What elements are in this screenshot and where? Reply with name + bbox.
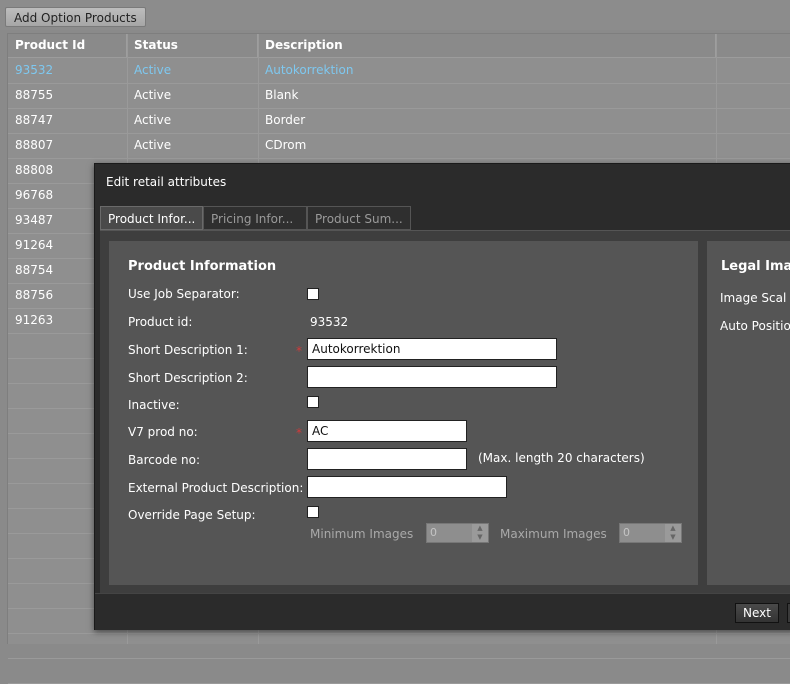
short-description-1-input[interactable]: Autokorrektion [307, 338, 557, 360]
status-cell: Active [134, 113, 172, 127]
maximum-images-value: 0 [620, 524, 665, 542]
short-description-2-label: Short Description 2: [128, 371, 248, 385]
product-id-value: 93532 [310, 315, 349, 329]
barcode-no-input[interactable] [307, 448, 467, 470]
status-cell: Active [134, 63, 172, 77]
maximum-images-stepper[interactable]: 0 ▲ ▼ [619, 523, 682, 543]
next-button[interactable]: Next [735, 603, 779, 623]
column-header-product-id[interactable]: Product Id [8, 34, 127, 57]
edit-retail-attributes-dialog: Edit retail attributes Product Infor... … [94, 163, 790, 630]
inactive-label: Inactive: [128, 398, 180, 412]
required-marker: * [296, 426, 302, 440]
status-cell: Active [134, 138, 172, 152]
legal-image-panel: Legal Ima Image Scal Auto Positio [707, 241, 790, 585]
legal-image-title: Legal Ima [721, 259, 790, 274]
stepper-up-icon[interactable]: ▲ [665, 524, 681, 533]
external-description-input[interactable] [307, 476, 507, 498]
section-title: Product Information [128, 259, 277, 274]
v7-prod-no-label: V7 prod no: [128, 425, 198, 439]
barcode-no-label: Barcode no: [128, 453, 200, 467]
tab-product-information[interactable]: Product Infor... [100, 206, 203, 230]
tab-content: Product Information Use Job Separator: P… [100, 231, 790, 593]
stepper-up-icon[interactable]: ▲ [472, 524, 488, 533]
table-row[interactable]: 88747 Active Border [8, 108, 790, 134]
minimum-images-value: 0 [427, 524, 472, 542]
required-marker: * [296, 344, 302, 358]
tab-product-summary[interactable]: Product Sum... [307, 206, 411, 230]
v7-prod-no-input[interactable]: AC [307, 420, 467, 442]
short-description-2-input[interactable] [307, 366, 557, 388]
table-row[interactable]: 88807 Active CDrom [8, 133, 790, 159]
status-cell: Active [134, 88, 172, 102]
empty-table-row [8, 633, 790, 659]
maximum-images-label: Maximum Images [500, 527, 607, 541]
product-id-cell: 88807 [15, 138, 54, 152]
minimum-images-label: Minimum Images [310, 527, 414, 541]
table-row[interactable]: 88755 Active Blank [8, 83, 790, 109]
empty-table-row [8, 658, 790, 684]
external-description-label: External Product Description: [128, 481, 304, 495]
table-row[interactable]: 93532 Active Autokorrektion [8, 58, 790, 84]
toolbar: Add Option Products [0, 0, 790, 30]
stepper-down-icon[interactable]: ▼ [665, 533, 681, 542]
description-cell: Autokorrektion [265, 63, 354, 77]
product-id-cell: 88755 [15, 88, 54, 102]
minimum-images-stepper[interactable]: 0 ▲ ▼ [426, 523, 489, 543]
short-description-1-label: Short Description 1: [128, 343, 248, 357]
barcode-hint: (Max. length 20 characters) [478, 451, 645, 465]
column-header-status[interactable]: Status [127, 34, 258, 57]
product-id-label: Product id: [128, 315, 193, 329]
job-separator-checkbox[interactable] [307, 288, 319, 300]
description-cell: Border [265, 113, 306, 127]
image-scale-label: Image Scal [720, 291, 787, 305]
stepper-down-icon[interactable]: ▼ [472, 533, 488, 542]
product-information-panel: Product Information Use Job Separator: P… [109, 241, 698, 585]
dialog-title: Edit retail attributes [106, 175, 227, 189]
description-cell: Blank [265, 88, 299, 102]
override-page-setup-label: Override Page Setup: [128, 508, 256, 522]
inactive-checkbox[interactable] [307, 396, 319, 408]
add-option-products-button[interactable]: Add Option Products [5, 7, 146, 27]
dialog-footer: Next [95, 593, 790, 630]
table-header: Product Id Status Description [8, 34, 790, 58]
tab-pricing-information[interactable]: Pricing Infor... [203, 206, 307, 230]
auto-position-label: Auto Positio [720, 319, 790, 333]
description-cell: CDrom [265, 138, 307, 152]
product-id-cell: 88747 [15, 113, 54, 127]
product-id-cell: 93532 [15, 63, 54, 77]
job-separator-label: Use Job Separator: [128, 287, 240, 301]
override-page-setup-checkbox[interactable] [307, 506, 319, 518]
column-header-description[interactable]: Description [258, 34, 716, 57]
